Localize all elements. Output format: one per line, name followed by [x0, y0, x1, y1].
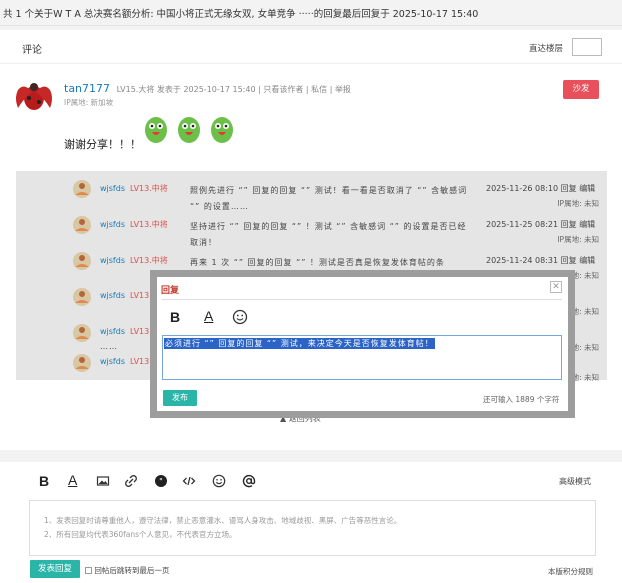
thread-title: 共 1 个关于W T A 总决赛名额分析: 中国小将正式无缘女双, 女单竞争 ·…	[3, 9, 479, 20]
code-icon[interactable]	[182, 474, 196, 488]
emoji-icon[interactable]	[232, 309, 248, 325]
thread-title-bar: 共 1 个关于W T A 总决赛名额分析: 中国小将正式无缘女双, 女单竞争 ·…	[0, 0, 622, 26]
advanced-mode-link[interactable]: 高级模式	[559, 476, 591, 487]
comments-header: 评论 直达楼层	[0, 30, 622, 64]
bold-button[interactable]: B	[39, 473, 49, 489]
mention-icon[interactable]	[242, 474, 256, 488]
svg-text:": "	[159, 477, 163, 486]
dialog-toolbar: B A	[162, 299, 562, 333]
reply-level: LV13	[130, 357, 150, 366]
reply-level: LV13.中将	[130, 184, 168, 193]
reply-edit-link[interactable]: 编辑	[579, 184, 595, 193]
green-parrot-stickers	[145, 117, 233, 143]
reply-level: LV13.中将	[130, 220, 168, 229]
reply-item: wjsfds LV13.中将 照例先进行 “” 回复的回复 “” 测试！看一看是否…	[16, 173, 607, 211]
quick-reply-editor: B A " 高级模式 1、发表回复时请尊重他人，遵守法律，禁止恶意灌水、谩骂人身…	[0, 462, 622, 583]
private-message-link[interactable]: 私信	[311, 85, 327, 94]
reply-level: LV13	[130, 327, 150, 336]
posting-rule-1: 1、发表回复时请尊重他人，遵守法律，禁止恶意灌水、谩骂人身攻击、地域歧视、黑屏、…	[44, 516, 402, 525]
image-icon[interactable]	[96, 474, 110, 488]
reply-date: 2025-11-26 08:10	[486, 184, 559, 193]
reply-level: LV13.中将	[130, 256, 168, 265]
selected-reply-text: 必须进行 “” 回复的回复 “” 测试，来决定今天是否恢复发体育帖！	[164, 338, 435, 349]
reply-avatar[interactable]	[72, 287, 92, 307]
reply-avatar[interactable]	[72, 251, 92, 271]
jump-last-label: 回帖后跳转到最后一页	[94, 566, 170, 575]
reply-avatar[interactable]	[72, 353, 92, 373]
points-rules-link[interactable]: 本版积分规则	[548, 566, 593, 577]
jump-floor-input[interactable]	[572, 38, 602, 56]
reply-textarea[interactable]: 必须进行 “” 回复的回复 “” 测试，来决定今天是否恢复发体育帖！	[162, 335, 562, 380]
reply-date: 2025-11-24 08:31	[486, 256, 559, 265]
reply-reply-link[interactable]: 回复	[561, 256, 577, 265]
editor-toolbar: B A " 高级模式	[0, 462, 622, 498]
author-name[interactable]: tan7177	[64, 82, 110, 95]
jump-floor-label: 直达楼层	[529, 44, 564, 54]
reply-dialog-frame: 回复 ✕ B A 必须进行 “” 回复的回复 “” 测试，来决定今天是否恢复发体…	[150, 270, 575, 418]
reply-input-area[interactable]: 1、发表回复时请尊重他人，遵守法律，禁止恶意灌水、谩骂人身攻击、地域歧视、黑屏、…	[29, 500, 596, 556]
posting-rule-2: 2、所有回复均代表360fans个人意见，不代表官方立场。	[44, 530, 237, 539]
reply-ip: IP属地: 未知	[557, 199, 599, 208]
reply-username[interactable]: wjsfds	[100, 184, 125, 193]
reply-level: LV13	[130, 291, 150, 300]
reply-username[interactable]: wjsfds	[100, 256, 125, 265]
reply-ip: IP属地: 未知	[557, 235, 599, 244]
reply-reply-link[interactable]: 回复	[561, 220, 577, 229]
author-avatar[interactable]	[14, 78, 54, 118]
bold-button[interactable]: B	[170, 309, 180, 325]
comments-label: 评论	[22, 45, 42, 56]
jump-last-checkbox[interactable]	[85, 567, 92, 574]
submit-reply-button[interactable]: 发表回复	[30, 560, 80, 578]
post-date: 发表于 2025-10-17 15:40	[156, 85, 256, 94]
reply-date: 2025-11-25 08:21	[486, 220, 559, 229]
reply-username[interactable]: wjsfds	[100, 357, 125, 366]
sofa-button[interactable]: 沙发	[563, 80, 599, 99]
emoji-icon[interactable]	[212, 474, 226, 488]
font-color-button[interactable]: A	[204, 308, 213, 324]
close-icon[interactable]: ✕	[550, 281, 562, 293]
reply-edit-link[interactable]: 编辑	[579, 220, 595, 229]
reply-item: wjsfds LV13.中将 坚持进行 “” 回复的回复 “” ！测试 “” 含敏…	[16, 209, 607, 247]
quote-icon[interactable]: "	[154, 474, 168, 488]
reply-dialog: 回复 ✕ B A 必须进行 “” 回复的回复 “” 测试，来决定今天是否恢复发体…	[157, 277, 568, 411]
font-color-button[interactable]: A	[68, 472, 77, 488]
reply-avatar[interactable]	[72, 179, 92, 199]
report-link[interactable]: 举报	[335, 85, 351, 94]
reply-username[interactable]: wjsfds	[100, 327, 125, 336]
reply-avatar[interactable]	[72, 215, 92, 235]
author-line: tan7177 LV15.大将 发表于 2025-10-17 15:40 | 只…	[64, 82, 351, 95]
reply-username[interactable]: wjsfds	[100, 220, 125, 229]
author-level: LV15.大将	[116, 85, 155, 94]
publish-button[interactable]: 发布	[163, 390, 197, 406]
author-ip-location: IP属地: 新加坡	[64, 98, 114, 107]
reply-username[interactable]: wjsfds	[100, 291, 125, 300]
reply-edit-link[interactable]: 编辑	[579, 256, 595, 265]
author-only-link[interactable]: 只看该作者	[263, 85, 303, 94]
link-icon[interactable]	[124, 474, 138, 488]
reply-avatar[interactable]	[72, 323, 92, 343]
char-counter: 还可输入 1889 个字符	[483, 395, 560, 404]
post-content: 谢谢分享！！！	[64, 138, 141, 151]
reply-reply-link[interactable]: 回复	[561, 184, 577, 193]
dialog-title: 回复	[161, 286, 180, 296]
